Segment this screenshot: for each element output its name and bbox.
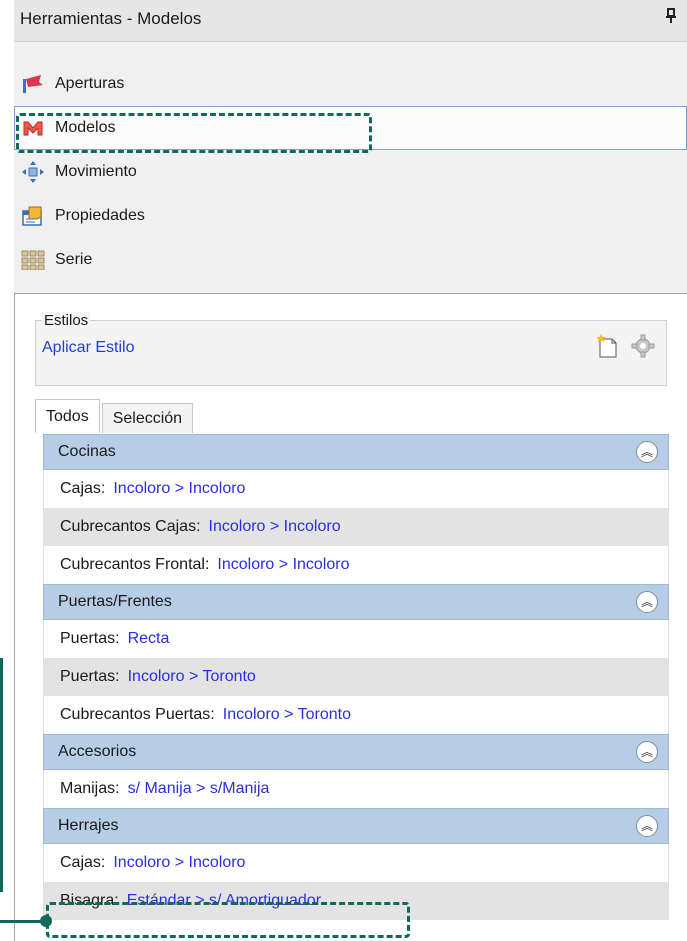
pin-icon[interactable] (665, 8, 677, 29)
estilos-icons (594, 333, 656, 364)
nav-item-movimiento[interactable]: Movimiento (14, 150, 687, 194)
item-value-link[interactable]: Recta (128, 630, 170, 648)
item-key: Cubrecantos Cajas: (60, 518, 201, 535)
tab-todos[interactable]: Todos (35, 399, 100, 433)
item-value-link[interactable]: Incoloro > Toronto (223, 706, 351, 724)
nav-item-label: Propiedades (55, 207, 145, 224)
group-header-accesorios[interactable]: Accesorios ︽ (43, 734, 669, 770)
group-title: Puertas/Frentes (58, 593, 172, 610)
group-title: Herrajes (58, 817, 119, 834)
style-list: Cocinas ︽ Cajas: Incoloro > Incoloro Cubr… (43, 434, 669, 920)
nav-item-label: Aperturas (55, 75, 125, 92)
collapse-chevron-icon[interactable]: ︽ (636, 441, 658, 463)
item-value-link[interactable]: Incoloro > Toronto (128, 668, 256, 686)
tab-strip: Todos Selección (35, 399, 195, 433)
nav-item-aperturas[interactable]: Aperturas (14, 62, 687, 106)
list-item[interactable]: Cajas: Incoloro > Incoloro (43, 470, 669, 508)
tab-seleccion[interactable]: Selección (101, 403, 194, 433)
title-bar: Herramientas - Modelos (14, 0, 687, 42)
item-value-link[interactable]: Incoloro > Incoloro (113, 480, 245, 498)
item-value-link[interactable]: Incoloro > Incoloro (113, 854, 245, 872)
group-title: Cocinas (58, 443, 116, 460)
aperturas-icon (19, 72, 47, 96)
item-key: Puertas: (60, 668, 120, 685)
list-item[interactable]: Puertas: Recta (43, 620, 669, 658)
nav-item-propiedades[interactable]: Propiedades (14, 194, 687, 238)
collapse-chevron-icon[interactable]: ︽ (636, 591, 658, 613)
list-item[interactable]: Cajas: Incoloro > Incoloro (43, 844, 669, 882)
nav-list: Aperturas Modelos Movimiento Propiedades… (14, 62, 687, 282)
group-header-puertas[interactable]: Puertas/Frentes ︽ (43, 584, 669, 620)
list-item[interactable]: Cubrecantos Cajas: Incoloro > Incoloro (43, 508, 669, 546)
nav-item-serie[interactable]: Serie (14, 238, 687, 282)
apply-style-link[interactable]: Aplicar Estilo (42, 339, 134, 357)
serie-icon (19, 248, 47, 272)
group-header-herrajes[interactable]: Herrajes ︽ (43, 808, 669, 844)
modelos-content: Estilos Aplicar Estilo Todos Selección C… (14, 293, 687, 941)
list-item[interactable]: Cubrecantos Frontal: Incoloro > Incoloro (43, 546, 669, 584)
collapse-chevron-icon[interactable]: ︽ (636, 815, 658, 837)
new-style-icon[interactable] (594, 333, 620, 364)
item-key: Cajas: (60, 480, 106, 497)
list-item[interactable]: Cubrecantos Puertas: Incoloro > Toronto (43, 696, 669, 734)
item-value-link[interactable]: Incoloro > Incoloro (209, 518, 341, 536)
list-item[interactable]: Manijas: s/ Manija > s/Manija (43, 770, 669, 808)
panel-title: Herramientas - Modelos (20, 9, 202, 28)
callout-line (0, 658, 3, 892)
list-item[interactable]: Puertas: Incoloro > Toronto (43, 658, 669, 696)
item-key: Cubrecantos Puertas: (60, 706, 215, 723)
gear-icon[interactable] (630, 333, 656, 364)
item-key: Cubrecantos Frontal: (60, 556, 210, 573)
estilos-caption: Estilos (42, 312, 91, 329)
movimiento-icon (19, 160, 47, 184)
item-key: Cajas: (60, 854, 106, 871)
collapse-chevron-icon[interactable]: ︽ (636, 741, 658, 763)
group-title: Accesorios (58, 743, 137, 760)
item-key: Puertas: (60, 630, 120, 647)
nav-item-label: Movimiento (55, 163, 137, 180)
item-value-link[interactable]: Incoloro > Incoloro (217, 556, 349, 574)
item-value-link[interactable]: s/ Manija > s/Manija (128, 780, 270, 798)
highlight-bisagra (46, 902, 410, 938)
item-key: Manijas: (60, 780, 120, 797)
callout-dot (40, 915, 52, 927)
propiedades-icon (19, 204, 47, 228)
highlight-modelos (16, 113, 372, 153)
estilos-group: Estilos Aplicar Estilo (35, 312, 667, 386)
nav-item-label: Serie (55, 251, 93, 268)
group-header-cocinas[interactable]: Cocinas ︽ (43, 434, 669, 470)
